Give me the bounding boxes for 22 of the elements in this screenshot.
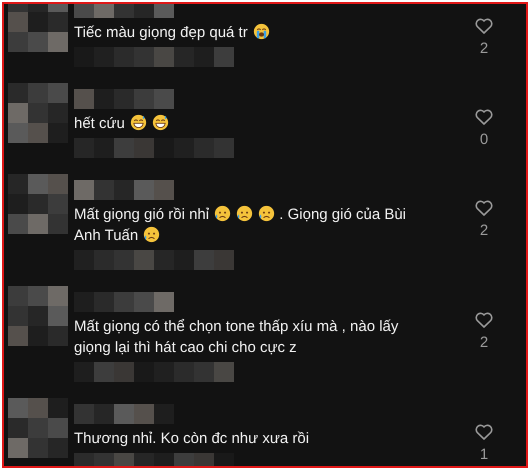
heart-icon[interactable]	[475, 312, 493, 328]
comment-text: Mất giọng gió rồi nhỉ . Giọng gió của Bùi Anh Tuấn	[74, 204, 408, 246]
sad-face-icon	[236, 205, 254, 222]
grinning-sweat-face-icon	[152, 114, 169, 131]
sad-face-icon	[214, 205, 232, 222]
like-count: 2	[480, 334, 488, 351]
sad-face-icon	[258, 205, 276, 222]
like-count: 0	[480, 131, 488, 148]
heart-icon[interactable]	[475, 424, 493, 440]
sad-face-icon	[143, 226, 160, 243]
comment-text: Tiếc màu giọng đẹp quá tr	[74, 22, 434, 43]
like-count: 2	[480, 40, 488, 57]
like-count: 1	[480, 446, 488, 463]
heart-icon[interactable]	[475, 200, 493, 216]
heart-icon[interactable]	[475, 18, 493, 34]
comment-text: Thương nhỉ. Ko còn đc như xưa rồi	[74, 429, 310, 449]
crying-face-icon	[252, 23, 270, 40]
like-count: 2	[480, 222, 488, 239]
grinning-sweat-face-icon	[130, 114, 147, 131]
heart-icon[interactable]	[475, 109, 493, 125]
comment-text: Mất giọng có thể chọn tone thấp xíu mà , nào lấy giọng lại thì hát cao chi cho cực z	[74, 317, 400, 358]
comment-text: hết cứu	[74, 113, 434, 134]
